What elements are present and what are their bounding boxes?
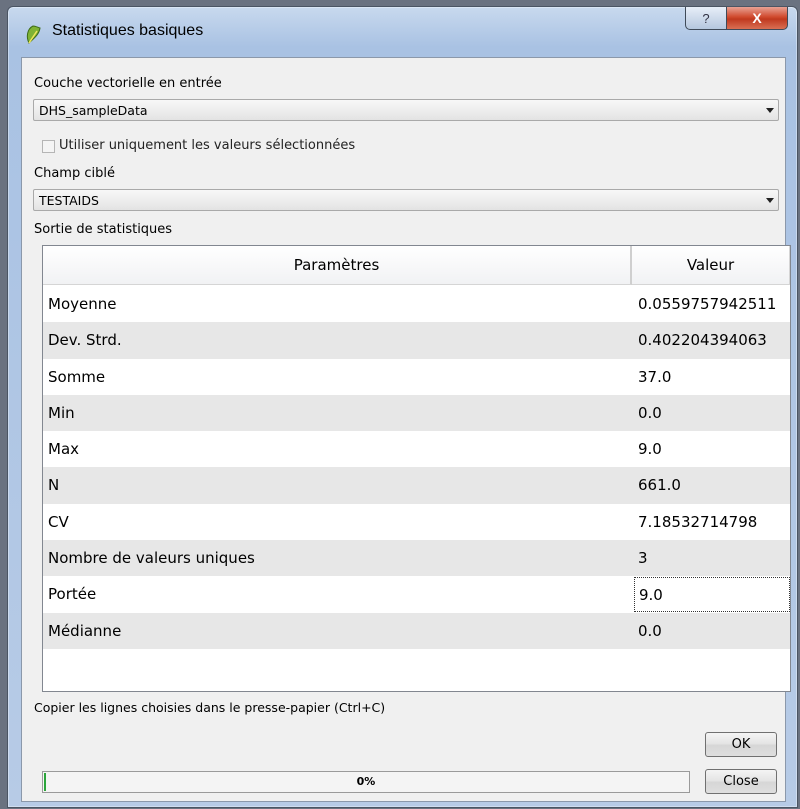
qgis-icon	[26, 25, 41, 44]
table-row[interactable]: Min 0.0	[43, 394, 790, 432]
column-header-value[interactable]: Valeur	[632, 246, 790, 285]
value-cell[interactable]: 661.0	[634, 467, 790, 503]
value-cell-focused[interactable]: 9.0	[634, 577, 790, 612]
param-cell[interactable]: Nombre de valeurs uniques	[43, 540, 634, 576]
table-row[interactable]: Portée 9.0	[43, 576, 790, 612]
progress-label: 0%	[356, 775, 376, 788]
param-cell[interactable]: N	[43, 467, 634, 503]
table-row[interactable]: Médianne 0.0	[43, 612, 790, 649]
chevron-down-icon	[766, 108, 774, 113]
param-cell[interactable]: Dev. Strd.	[43, 322, 634, 358]
value-cell[interactable]: 0.0	[634, 613, 790, 649]
help-icon: ?	[702, 10, 710, 26]
table-row[interactable]: N 661.0	[43, 467, 790, 504]
input-layer-label: Couche vectorielle en entrée	[34, 76, 222, 91]
table-row[interactable]: Somme 37.0	[43, 359, 790, 395]
value-cell[interactable]: 0.0559757942511	[634, 286, 790, 322]
value-cell[interactable]: 3	[634, 540, 790, 576]
value-cell[interactable]: 0.0	[634, 395, 790, 431]
ok-button[interactable]: OK	[705, 732, 777, 757]
value-cell[interactable]: 7.18532714798	[634, 504, 790, 540]
table-body: Moyenne 0.0559757942511 Dev. Strd. 0.40220…	[43, 286, 790, 649]
param-cell[interactable]: Max	[43, 431, 634, 467]
selected-only-checkbox[interactable]	[42, 140, 55, 153]
selected-only-label: Utiliser uniquement les valeurs sélectio…	[59, 138, 356, 153]
statistics-table[interactable]: Paramètres Valeur Moyenne 0.0559757942511…	[42, 245, 791, 692]
help-button[interactable]: ?	[685, 7, 727, 30]
target-field-label: Champ ciblé	[34, 166, 115, 181]
copy-hint: Copier les lignes choisies dans le press…	[34, 700, 386, 715]
input-layer-value: DHS_sampleData	[39, 103, 148, 118]
table-row[interactable]: Nombre de valeurs uniques 3	[43, 540, 790, 577]
title-bar[interactable]: Statistiques basiques ? X	[8, 7, 797, 53]
param-cell[interactable]: Moyenne	[43, 286, 634, 322]
output-label: Sortie de statistiques	[34, 222, 173, 237]
param-cell[interactable]: Médianne	[43, 613, 634, 649]
value-cell[interactable]: 37.0	[634, 359, 790, 395]
dialog-window: Statistiques basiques ? X Couche vectori…	[7, 6, 798, 808]
param-cell[interactable]: CV	[43, 504, 634, 540]
close-icon: X	[752, 10, 762, 26]
value-cell[interactable]: 9.0	[634, 431, 790, 467]
table-header: Paramètres Valeur	[43, 246, 790, 285]
close-button[interactable]: Close	[705, 769, 777, 794]
table-row[interactable]: Max 9.0	[43, 431, 790, 467]
param-cell[interactable]: Min	[43, 395, 634, 431]
table-row[interactable]: Moyenne 0.0559757942511	[43, 286, 790, 322]
window-title: Statistiques basiques	[52, 22, 204, 39]
input-layer-select[interactable]: DHS_sampleData	[33, 99, 779, 121]
table-row[interactable]: Dev. Strd. 0.402204394063	[43, 322, 790, 359]
target-field-select[interactable]: TESTAIDS	[33, 189, 779, 211]
value-cell[interactable]: 0.402204394063	[634, 322, 790, 358]
chevron-down-icon	[766, 198, 774, 203]
param-cell[interactable]: Somme	[43, 359, 634, 395]
dialog-body: Couche vectorielle en entrée DHS_sampleD…	[21, 57, 791, 802]
table-row[interactable]: CV 7.18532714798	[43, 504, 790, 540]
column-header-parameters[interactable]: Paramètres	[43, 246, 632, 285]
progress-bar: 0%	[42, 771, 690, 793]
target-field-value: TESTAIDS	[39, 193, 99, 208]
close-window-button[interactable]: X	[726, 7, 788, 30]
param-cell[interactable]: Portée	[43, 576, 634, 612]
